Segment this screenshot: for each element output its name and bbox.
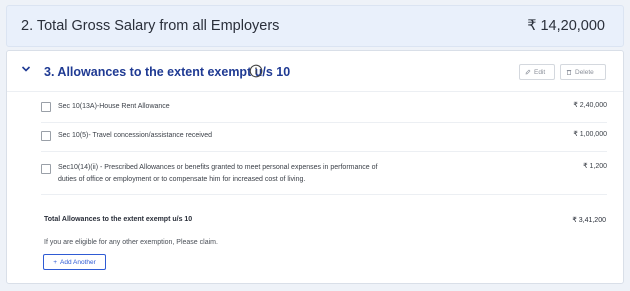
edit-label: Edit	[534, 68, 546, 76]
row-label-line2: duties of office or employment or to com…	[58, 176, 306, 183]
pencil-icon	[525, 69, 531, 75]
list-item: Sec 10(5)- Travel concession/assistance …	[41, 131, 607, 145]
info-icon[interactable]	[249, 64, 263, 78]
allowances-header[interactable]: 3. Allowances to the extent exempt u/s 1…	[7, 51, 623, 89]
plus-icon: +	[53, 258, 57, 266]
add-another-label: Add Another	[60, 258, 96, 266]
total-value: ₹ 3,41,200	[572, 217, 606, 224]
chevron-down-icon[interactable]	[21, 64, 31, 74]
delete-button[interactable]: Delete	[560, 64, 606, 80]
row-divider	[41, 151, 607, 152]
row-value: ₹ 1,200	[583, 163, 607, 170]
row-label: Sec 10(13A)-House Rent Allowance	[58, 103, 170, 110]
row-divider	[41, 122, 607, 123]
gross-salary-row: 2. Total Gross Salary from all Employers…	[6, 5, 624, 47]
trash-icon	[566, 69, 572, 75]
claim-text: If you are eligible for any other exempt…	[44, 239, 218, 246]
prescribed-allowances-checkbox[interactable]	[41, 164, 51, 174]
row-value: ₹ 2,40,000	[573, 102, 607, 109]
edit-button[interactable]: Edit	[519, 64, 555, 80]
add-another-button[interactable]: + Add Another	[43, 254, 106, 270]
total-label: Total Allowances to the extent exempt u/…	[44, 216, 193, 223]
row-label: Sec 10(5)- Travel concession/assistance …	[58, 132, 213, 139]
row-label-line1: Sec10(14)(ii) - Prescribed Allowances or…	[58, 164, 378, 171]
travel-checkbox[interactable]	[41, 131, 51, 141]
header-divider	[7, 91, 623, 92]
delete-label: Delete	[575, 68, 594, 76]
list-item: Sec10(14)(ii) - Prescribed Allowances or…	[41, 162, 607, 188]
list-item: Sec 10(13A)-House Rent Allowance ₹ 2,40,…	[41, 102, 607, 116]
allowances-card: 3. Allowances to the extent exempt u/s 1…	[6, 50, 624, 284]
hra-checkbox[interactable]	[41, 102, 51, 112]
row-value: ₹ 1,00,000	[573, 131, 607, 138]
row-divider	[41, 194, 607, 195]
gross-salary-title: 2. Total Gross Salary from all Employers	[21, 18, 280, 34]
gross-salary-amount: ₹ 14,20,000	[527, 18, 605, 34]
